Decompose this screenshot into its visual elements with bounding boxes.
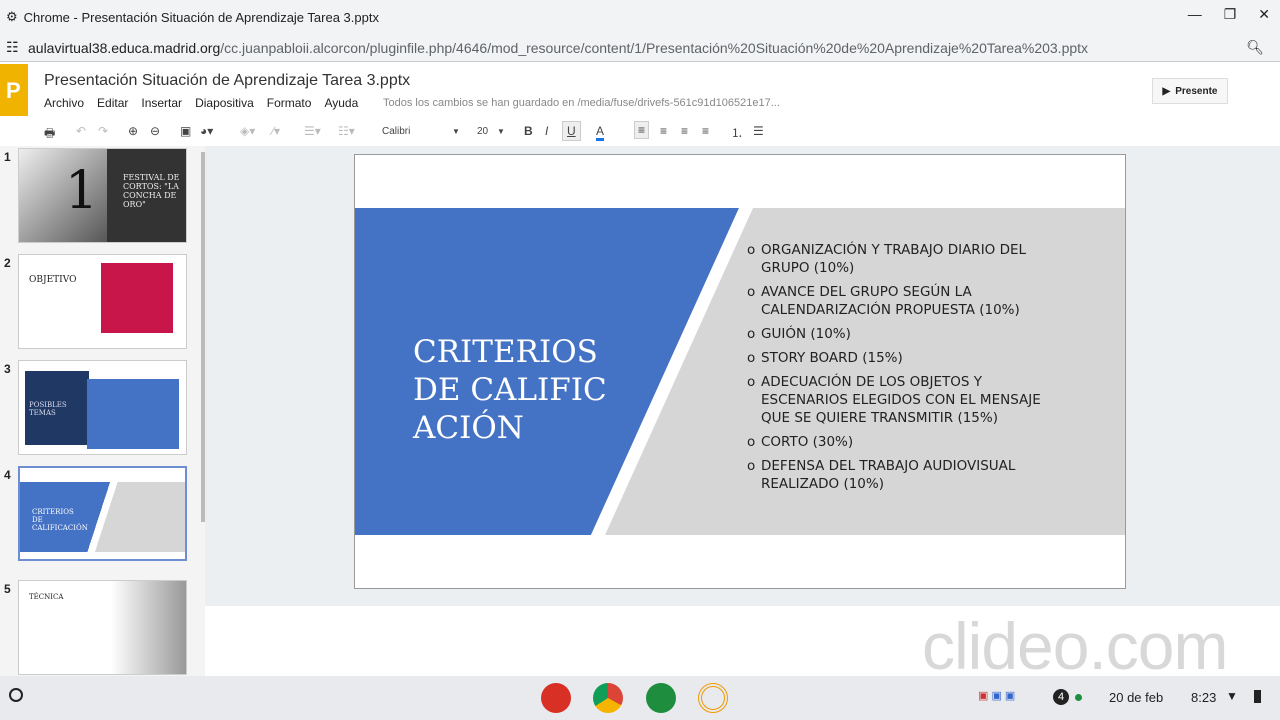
criteria-item: o STORY BOARD (15%) [747,349,1065,367]
play-icon: ▶ [1162,85,1171,97]
slide-thumbnail-selected[interactable]: CRITERIOS DE CALIFICACIÓN [18,466,187,561]
taskbar: ▣ ▣ ▣ 4 20 de feb 8:23 ▼ [0,676,1280,720]
holding-space-files[interactable]: ▣ ▣ ▣ [978,689,1015,702]
criteria-text: STORY BOARD (15%) [761,350,903,366]
present-button[interactable]: ▶ Presente [1152,78,1228,104]
menu-archivo[interactable]: Archivo [44,96,84,110]
notification-count[interactable]: 4 [1053,689,1069,705]
shape-icon[interactable]: ◕▾ [200,124,213,138]
criteria-item: o CORTO (30%) [747,433,1065,451]
battery-icon [1254,690,1261,703]
address-bar[interactable]: ☷ aulavirtual38.educa.madrid.org/cc.juan… [0,34,1280,62]
menu-diapositiva[interactable]: Diapositiva [195,96,254,110]
close-button[interactable]: ✕ [1258,6,1270,23]
criteria-item: o ORGANIZACIÓN Y TRABAJO DIARIO DEL GRUPO… [747,241,1065,277]
app-logo: P [0,64,28,116]
slide-thumbnail[interactable]: OBJETIVO [18,254,187,349]
criteria-item: o DEFENSA DEL TRABAJO AUDIOVISUAL REALIZA… [747,457,1065,493]
slide-title: CRITERIOS DE CALIFICACIÓN [413,334,607,446]
criteria-item: o AVANCE DEL GRUPO SEGÚN LA CALENDARIZACI… [747,283,1065,319]
bullet-marker: o [747,434,756,450]
slide-panel: 1 1 FESTIVAL DE CORTOS: "LA CONCHA DE OR… [0,146,205,676]
bullet-marker: o [747,326,756,342]
paint-app-icon[interactable] [541,683,571,713]
launcher-button[interactable] [9,688,23,702]
maximize-button[interactable]: ❐ [1224,6,1237,23]
zoom-in-icon[interactable]: ⊕ [128,124,138,138]
numbered-list-icon[interactable]: ⒈ [731,124,743,141]
bullet-marker: o [747,374,756,390]
font-size-select[interactable]: 20 [477,126,488,137]
criteria-item: o GUIÓN (10%) [747,325,1065,343]
justify-button[interactable]: ≡ [702,124,709,138]
save-status: Todos los cambios se han guardado en /me… [383,97,780,109]
zoom-icon[interactable]: 🔍︎ [1246,39,1264,56]
bullet-marker: o [747,242,756,258]
text-color-button[interactable]: A [596,124,605,141]
text-box-icon[interactable]: ▣ [180,124,191,138]
line-width-icon[interactable]: ☰▾ [304,124,321,138]
print-icon[interactable]: 🖶 [44,124,55,145]
italic-button[interactable]: I [545,124,548,138]
criteria-text: ORGANIZACIÓN Y TRABAJO DIARIO DEL GRUPO … [761,242,1027,276]
document-title[interactable]: Presentación Situación de Aprendizaje Ta… [44,72,410,90]
menu-editar[interactable]: Editar [97,96,128,110]
align-left-button[interactable]: ≡ [634,121,650,139]
bulleted-list-icon[interactable]: ☰ [753,124,764,138]
bullet-marker: o [747,458,756,474]
minimize-button[interactable]: — [1188,6,1202,23]
menu-formato[interactable]: Formato [267,96,312,110]
title-bar: ⚙ Chrome - Presentación Situación de Apr… [0,0,1280,34]
toolbar: 🖶 ↶ ↷ ⊕ ⊖ ▣ ◕▾ ◈▾ ∕▾ ☰▾ ☷▾ Calibri ▼ 20 … [0,118,1280,146]
zoom-out-icon[interactable]: ⊖ [150,124,160,138]
criteria-list: o ORGANIZACIÓN Y TRABAJO DIARIO DEL GRUPO… [747,241,1065,499]
menu-ayuda[interactable]: Ayuda [324,96,358,110]
classroom-app-icon[interactable] [646,683,676,713]
line-color-icon[interactable]: ∕▾ [272,124,280,138]
align-right-button[interactable]: ≡ [681,124,688,138]
fill-color-icon[interactable]: ◈▾ [240,124,255,138]
current-slide[interactable]: CRITERIOS DE CALIFICACIÓN o ORGANIZACIÓN … [354,154,1126,589]
underline-button[interactable]: U [562,121,581,141]
circle-app-icon[interactable] [698,683,728,713]
bold-button[interactable]: B [524,124,533,138]
criteria-item: o ADECUACIÓN DE LOS OBJETOS Y ESCENARIOS … [747,373,1065,427]
bullet-marker: o [747,350,756,366]
wifi-icon: ▼ [1226,689,1238,703]
url-host: aulavirtual38.educa.madrid.org [28,39,221,56]
criteria-text: GUIÓN (10%) [761,326,851,342]
font-select[interactable]: Calibri [382,126,410,137]
criteria-text: AVANCE DEL GRUPO SEGÚN LA CALENDARIZACIÓ… [761,284,1020,318]
redo-icon[interactable]: ↷ [98,124,108,138]
undo-icon[interactable]: ↶ [76,124,86,138]
watermark: clideo.com [922,609,1228,683]
line-dash-icon[interactable]: ☷▾ [338,124,355,138]
bullet-marker: o [747,284,756,300]
criteria-text: DEFENSA DEL TRABAJO AUDIOVISUAL REALIZAD… [761,458,1016,492]
slide-thumbnail[interactable]: TÉCNICA [18,580,187,675]
align-center-button[interactable]: ≡ [660,124,667,138]
slide-thumbnail[interactable]: POSIBLES TEMAS [18,360,187,455]
site-settings-icon[interactable]: ☷ [6,39,19,56]
chrome-app-icon: ⚙ [6,9,18,24]
chrome-icon[interactable] [593,683,623,713]
window-title: Chrome - Presentación Situación de Apren… [23,9,379,25]
status-dot-icon [1075,694,1082,701]
chevron-down-icon[interactable]: ▼ [497,127,505,136]
time[interactable]: 8:23 [1191,690,1216,705]
slide-thumbnail[interactable]: 1 FESTIVAL DE CORTOS: "LA CONCHA DE ORO" [18,148,187,243]
criteria-text: ADECUACIÓN DE LOS OBJETOS Y ESCENARIOS E… [761,374,1041,426]
url-path: /cc.juanpabloii.alcorcon/pluginfile.php/… [220,39,1089,56]
chevron-down-icon[interactable]: ▼ [452,127,460,136]
date[interactable]: 20 de feb [1109,690,1163,705]
menu-insertar[interactable]: Insertar [141,96,182,110]
criteria-text: CORTO (30%) [761,434,854,450]
